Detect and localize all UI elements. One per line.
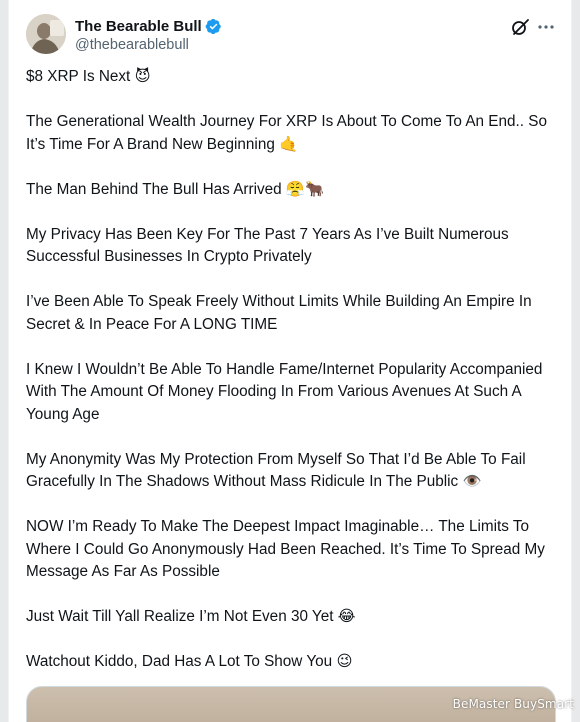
post-paragraph: My Privacy Has Been Key For The Past 7 Y… bbox=[26, 225, 513, 266]
watermark: BeMaster BuySmart bbox=[453, 697, 574, 711]
author-handle[interactable]: @thebearablebull bbox=[75, 37, 222, 53]
avatar[interactable] bbox=[26, 14, 66, 54]
verified-badge-icon bbox=[205, 18, 221, 34]
post-paragraph: Watchout Kiddo, Dad Has A Lot To Show Yo… bbox=[26, 653, 353, 670]
post-paragraph: NOW I’m Ready To Make The Deepest Impact… bbox=[26, 518, 550, 580]
grok-button[interactable] bbox=[509, 16, 531, 38]
more-options-button[interactable] bbox=[535, 16, 557, 38]
watermark-text: BeMaster BuySmart bbox=[452, 697, 574, 711]
post-paragraph: $8 XRP Is Next 😈 bbox=[26, 68, 151, 85]
post-text: $8 XRP Is Next 😈 The Generational Wealth… bbox=[26, 66, 566, 696]
display-name[interactable]: The Bearable Bull bbox=[75, 18, 202, 35]
post-paragraph: I Knew I Wouldn’t Be Able To Handle Fame… bbox=[26, 360, 547, 423]
post-header: The Bearable Bull @thebearablebull bbox=[26, 14, 557, 56]
ellipsis-icon bbox=[538, 25, 554, 29]
post-paragraph: The Man Behind The Bull Has Arrived 😤🐂 bbox=[26, 180, 324, 198]
display-name-row: The Bearable Bull bbox=[75, 16, 222, 36]
post-card: The Bearable Bull @thebearablebull $8 XR… bbox=[8, 0, 572, 722]
post-paragraph: My Anonymity Was My Protection From Myse… bbox=[26, 450, 530, 491]
post-paragraph: The Generational Wealth Journey For XRP … bbox=[26, 113, 552, 153]
profile-avatar-image bbox=[26, 14, 66, 54]
post-paragraph: Just Wait Till Yall Realize I’m Not Even… bbox=[26, 608, 356, 625]
grok-slash-icon bbox=[512, 19, 529, 35]
post-paragraph: I’ve Been Able To Speak Freely Without L… bbox=[26, 293, 536, 333]
author-names: The Bearable Bull @thebearablebull bbox=[75, 16, 222, 53]
